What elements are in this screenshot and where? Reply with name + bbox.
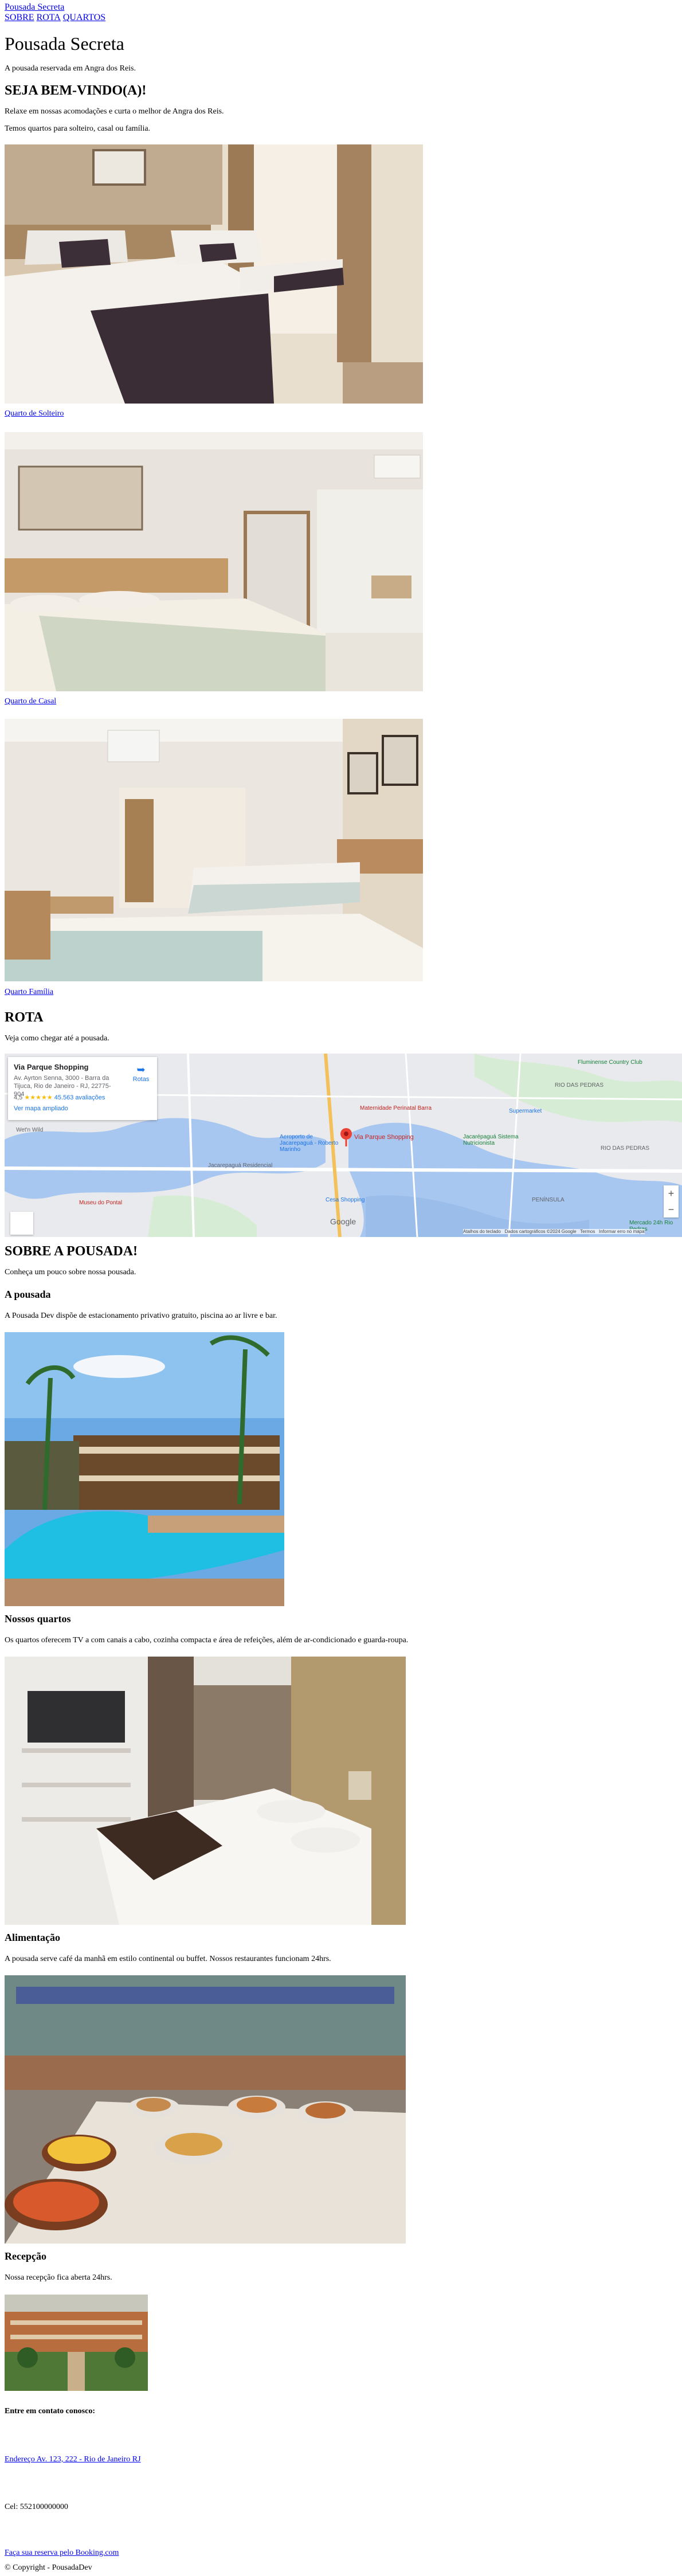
room-double-link[interactable]: Quarto de Casal [5,697,56,706]
map-label: Aeroporto de Jacarepaguá - Roberto Marin… [280,1134,339,1153]
welcome-text: Relaxe em nossas acomodações e curta o m… [5,107,224,116]
quarto-image [5,1657,406,1925]
map-pin-label: Via Parque Shopping [354,1134,414,1141]
map-embed[interactable]: Via Parque Shopping Av. Ayrton Senna, 30… [5,1054,682,1237]
map-footer-report[interactable]: Informar erro no mapa [599,1229,645,1234]
room-family-image [5,719,423,981]
map-directions-button[interactable]: ➥ Rotas [130,1064,152,1083]
zoom-out-button[interactable]: − [664,1201,679,1217]
welcome-text-2: Temos quartos para solteiro, casal ou fa… [5,124,151,133]
nav-sobre[interactable]: SOBRE [5,13,34,22]
route-text: Veja como chegar até a pousada. [5,1034,109,1043]
nav-quartos[interactable]: QUARTOS [63,13,105,22]
section-pousada-title: A pousada [5,1289,51,1300]
map-footer-shortcuts[interactable]: Atalhos do teclado [463,1229,501,1234]
pool-image [5,1332,284,1606]
map-label: Cesa Shopping [326,1197,365,1203]
contact-title: Entre em contato conosco: [5,2407,95,2416]
map-footer-data: Dados cartográficos ©2024 Google [504,1229,577,1234]
nav-rota[interactable]: ROTA [37,13,61,22]
reception-image [5,2295,148,2391]
zoom-in-button[interactable]: + [664,1185,679,1201]
hero-subtitle: A pousada reservada em Angra dos Reis. [5,64,136,73]
section-pousada-text: A Pousada Dev dispõe de estacionamento p… [5,1312,277,1320]
welcome-title: SEJA BEM-VINDO(A)! [5,83,147,98]
map-place-name: Via Parque Shopping [14,1063,89,1071]
map-view-larger-link[interactable]: Ver mapa ampliado [14,1105,68,1112]
map-directions-label: Rotas [132,1076,150,1083]
room-single-image [5,144,423,404]
contact-address-link[interactable]: Endereço Av. 123, 222 - Rio de Janeiro R… [5,2455,141,2464]
section-alimentacao-text: A pousada serve café da manhã em estilo … [5,1955,331,1963]
map-rating-line: 4,5 ★★★★★ 45.563 avaliações [14,1094,105,1101]
map-label: Supermarket [509,1108,542,1114]
map-footer: Atalhos do teclado Dados cartográficos ©… [463,1229,645,1234]
map-label: RIO DAS PEDRAS [555,1082,604,1089]
logo-link[interactable]: Pousada Secreta [5,2,64,13]
map-zoom-controls: + − [664,1185,679,1217]
copyright: © Copyright - PousadaDev [5,2563,92,2572]
map-label: Wet'n Wild [16,1127,44,1133]
map-label: Jacarepaguá Residencial [208,1162,273,1169]
map-footer-terms[interactable]: Termos [580,1229,595,1234]
room-family-link[interactable]: Quarto Família [5,988,53,997]
map-label: Fluminense Country Club [578,1059,642,1066]
map-label: Jacarépaguá Sistema Nutricionista [463,1134,519,1146]
google-logo: Google [330,1217,356,1226]
food-image [5,1975,406,2244]
map-rating: 4,5 [14,1094,23,1101]
page-title: Pousada Secreta [5,33,124,54]
room-double-image [5,432,423,691]
section-quartos-text: Os quartos oferecem TV a com canais a ca… [5,1636,409,1645]
about-title: SOBRE A POUSADA! [5,1244,138,1259]
room-single-link[interactable]: Quarto de Solteiro [5,409,64,418]
section-quartos-title: Nossos quartos [5,1613,71,1624]
section-recepcao-title: Recepção [5,2250,46,2262]
section-alimentacao-title: Alimentação [5,1932,60,1943]
map-label: RIO DAS PEDRAS [601,1145,650,1152]
directions-icon: ➥ [136,1064,146,1075]
map-layer-toggle[interactable] [10,1212,33,1235]
route-title: ROTA [5,1010,44,1025]
star-rating-icon: ★★★★★ [24,1094,53,1101]
contact-phone: Cel: 552100000000 [5,2503,68,2511]
map-reviews[interactable]: 45.563 avaliações [54,1094,105,1101]
map-label: Museu do Pontal [79,1200,123,1206]
booking-link[interactable]: Faça sua reserva pelo Booking.com [5,2548,119,2558]
map-label: Maternidade Perinatal Barra [360,1105,432,1111]
main-nav: SOBRE ROTA QUARTOS [5,13,108,23]
map-label: PENÍNSULA [532,1197,565,1203]
about-text: Conheça um pouco sobre nossa pousada. [5,1268,136,1277]
map-info-card: Via Parque Shopping Av. Ayrton Senna, 30… [8,1057,157,1120]
section-recepcao-text: Nossa recepção fica aberta 24hrs. [5,2273,112,2282]
